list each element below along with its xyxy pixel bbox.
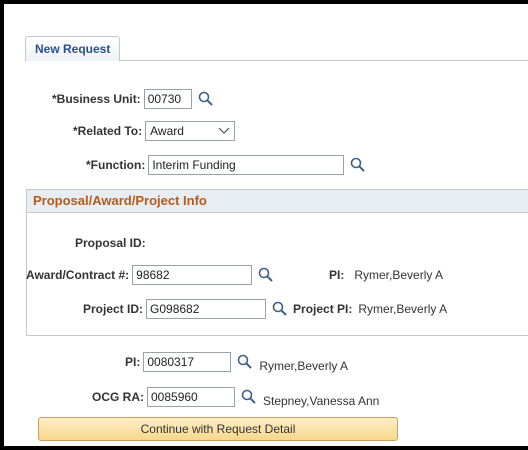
pi-name: Rymer,Beverly A [354,268,444,282]
project-id-input[interactable] [146,299,267,319]
award-contract-input[interactable] [132,265,253,285]
group-title: Proposal/Award/Project Info [27,190,528,213]
business-unit-label: *Business Unit: [52,92,141,106]
project-pi-name: Rymer,Beverly A [358,302,448,316]
ocg-ra-row: OCG RA: Stepney,Vanessa Ann [92,386,379,408]
tab-strip: New Request [25,33,528,62]
ocg-ra-name: Stepney,Vanessa Ann [263,394,380,408]
lower-pi-label: PI: [125,355,141,369]
related-to-row: *Related To: Award [73,120,236,142]
ocg-ra-input[interactable] [147,387,235,407]
project-id-row: Project ID: Project PI: Rymer,Beverly A [83,298,447,320]
continue-with-request-detail-button[interactable]: Continue with Request Detail [38,417,398,441]
search-icon[interactable] [197,90,215,108]
function-label: *Function: [86,158,146,172]
related-to-label: *Related To: [73,124,143,138]
pi-emplid-input[interactable] [143,352,232,372]
search-icon[interactable] [240,388,258,406]
chevron-down-icon [218,127,230,134]
tab-new-request[interactable]: New Request [25,36,121,62]
award-contract-label: Award/Contract #: [26,268,130,282]
function-row: *Function: [86,154,367,176]
pi-info-row: PI: Rymer,Beverly A [329,264,443,286]
related-to-value: Award [150,124,184,138]
pi-label: PI: [329,268,345,282]
lower-pi-name: Rymer,Beverly A [259,359,349,373]
search-icon[interactable] [271,300,289,318]
search-icon[interactable] [349,156,367,174]
proposal-id-row: Proposal ID: [75,232,146,254]
ocg-ra-label: OCG RA: [92,390,144,404]
search-icon[interactable] [257,266,275,284]
business-unit-input[interactable] [143,89,192,109]
lower-pi-row: PI: Rymer,Beverly A [125,351,348,373]
business-unit-row: *Business Unit: [52,88,215,110]
project-id-label: Project ID: [83,302,144,316]
related-to-select[interactable]: Award [145,121,236,141]
proposal-id-label: Proposal ID: [75,236,146,250]
function-input[interactable] [148,155,345,175]
page-frame: New Request *Business Unit: *Related To:… [0,0,528,450]
search-icon[interactable] [236,353,254,371]
project-pi-label: Project PI: [293,302,353,316]
award-contract-row: Award/Contract #: [26,264,275,286]
